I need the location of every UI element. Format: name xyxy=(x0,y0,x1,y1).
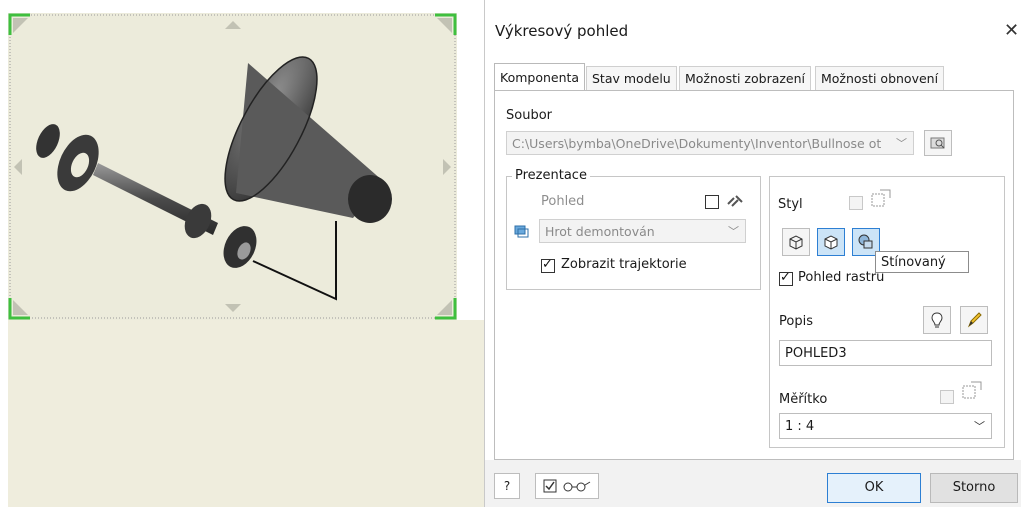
close-icon[interactable]: ✕ xyxy=(1004,20,1019,41)
tab-stav-modelu[interactable]: Stav modelu xyxy=(586,66,677,91)
file-path-value: C:\Users\bymba\OneDrive\Dokumenty\Invent… xyxy=(512,136,882,151)
hidden-line-button[interactable] xyxy=(782,228,810,256)
view-label: Pohled xyxy=(541,194,585,209)
presentation-icon xyxy=(514,225,529,238)
hidden-line-icon xyxy=(789,235,803,250)
cancel-button[interactable]: Storno xyxy=(930,473,1018,503)
tab-moznosti-zobrazeni[interactable]: Možnosti zobrazení xyxy=(679,66,812,91)
chevron-down-icon: ﹀ xyxy=(728,225,739,238)
view-association-checkbox[interactable] xyxy=(705,195,719,209)
help-button[interactable]: ? xyxy=(494,473,520,499)
tooltip: Stínovaný xyxy=(875,251,969,273)
preview-background xyxy=(8,320,484,507)
style-from-base-checkbox[interactable] xyxy=(849,196,863,210)
help-icon: ? xyxy=(503,479,511,493)
scale-from-base-checkbox[interactable] xyxy=(940,390,954,404)
file-path-select[interactable]: C:\Users\bymba\OneDrive\Dokumenty\Invent… xyxy=(506,131,914,155)
lightbulb-icon xyxy=(931,312,943,328)
file-label: Soubor xyxy=(506,108,552,123)
view-select[interactable]: Hrot demontován ﹀ xyxy=(539,219,746,243)
view-label-input[interactable]: POHLED3 xyxy=(779,340,992,366)
edit-label-button[interactable] xyxy=(960,306,988,334)
folder-search-icon xyxy=(930,137,945,149)
show-trails-checkbox[interactable] xyxy=(541,257,555,273)
presentation-group-label: Prezentace xyxy=(512,168,590,183)
dialog-title: Výkresový pohled xyxy=(495,22,629,40)
toggle-label-visibility-button[interactable] xyxy=(923,306,951,334)
style-link-icon xyxy=(871,189,891,207)
view-select-value: Hrot demontován xyxy=(545,224,655,239)
raster-view-label: Pohled rastru xyxy=(798,270,885,285)
pencil-icon xyxy=(967,312,982,328)
scale-select-value: 1 : 4 xyxy=(785,419,815,434)
preview-canvas xyxy=(8,13,457,320)
ok-button[interactable]: OK xyxy=(827,473,921,503)
hidden-line-removed-icon xyxy=(824,235,838,250)
chevron-down-icon: ﹀ xyxy=(974,420,985,433)
raster-view-checkbox[interactable] xyxy=(779,270,793,286)
show-trails-label: Zobrazit trajektorie xyxy=(561,257,687,272)
hidden-line-removed-button[interactable] xyxy=(817,228,845,256)
chevron-down-icon: ﹀ xyxy=(892,132,907,154)
scale-link-icon xyxy=(962,381,982,399)
label-caption: Popis xyxy=(779,314,813,329)
cone-part xyxy=(224,56,392,223)
tab-moznosti-obnoveni[interactable]: Možnosti obnovení xyxy=(815,66,945,91)
display-options-button[interactable] xyxy=(535,473,599,499)
tab-komponenta[interactable]: Komponenta xyxy=(494,63,586,92)
scale-label: Měřítko xyxy=(779,392,828,407)
link-icon xyxy=(727,195,743,207)
style-label: Styl xyxy=(778,197,803,212)
view-preview[interactable] xyxy=(8,13,457,320)
checkbox-glasses-icon xyxy=(543,479,591,493)
scale-select[interactable]: 1 : 4 ﹀ xyxy=(779,413,992,439)
browse-file-button[interactable] xyxy=(924,130,952,156)
